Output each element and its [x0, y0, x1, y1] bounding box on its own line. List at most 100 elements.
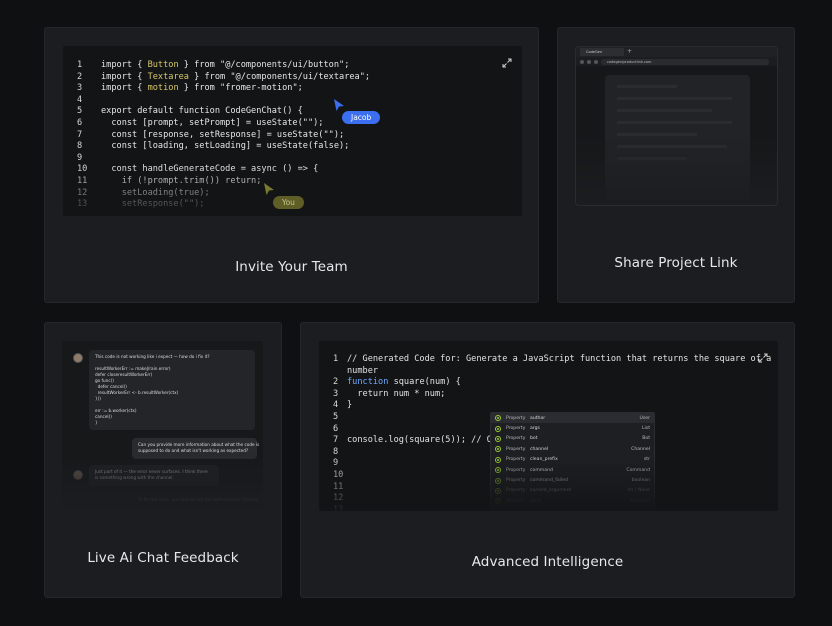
code-token: import { — [101, 60, 148, 70]
code-line: number — [333, 366, 771, 378]
code-line: 12 setLoading(true); — [77, 188, 370, 200]
page-panel — [605, 75, 750, 200]
autocomplete-type: str — [643, 457, 650, 463]
cursor-jacob-icon — [334, 99, 344, 111]
code-line: 2 function square(num) { — [333, 377, 461, 388]
autocomplete-type: List — [641, 426, 650, 432]
code-token: const handleGenerateCode = async () => { — [101, 164, 319, 175]
chat-preview: This code is not working like i expect —… — [62, 341, 263, 511]
line-number: 2 — [77, 71, 83, 82]
chat-feedback-card[interactable]: This code is not working like i expect —… — [44, 322, 282, 598]
line-number: 4 — [77, 94, 83, 105]
autocomplete-item[interactable]: Property clean_prefix str — [491, 455, 654, 465]
code-token: Textarea — [147, 71, 189, 82]
line-number: 9 — [77, 152, 83, 163]
autocomplete-kind: Property — [506, 488, 526, 494]
code-token: } from "@/components/ui/button"; — [178, 60, 350, 70]
code-token: setLoading(true); — [101, 187, 210, 198]
avatar — [73, 470, 83, 480]
autocomplete-kind: Property — [506, 426, 526, 432]
property-icon — [495, 425, 501, 432]
autocomplete-name: clean_prefix — [530, 457, 558, 463]
invite-team-card[interactable]: 1 import { Button } from "@/components/ui… — [44, 27, 539, 303]
autocomplete-item[interactable]: Property current_argument str | None — [491, 486, 654, 496]
chat-message-ai: Can you provide more information about w… — [132, 438, 259, 459]
back-icon — [580, 59, 584, 64]
autocomplete-item[interactable]: Property channel Channel — [491, 444, 654, 454]
code-token: if (!prompt.trim()) return; — [101, 175, 262, 186]
code-line: 4 — [77, 95, 370, 107]
line-number: 11 — [77, 175, 88, 186]
avatar — [73, 353, 83, 363]
code-line: 6 const [prompt, setPrompt] = useState("… — [77, 118, 370, 130]
property-icon — [495, 456, 501, 463]
new-tab-icon: + — [627, 48, 633, 55]
code-token: const [response, setResponse] = useState… — [101, 129, 345, 140]
chat-message-user: This code is not working like i expect —… — [89, 350, 255, 430]
autocomplete-type: Bot — [642, 436, 650, 442]
code-line: 11 if (!prompt.trim()) return; — [77, 176, 370, 188]
code-text: } — [347, 400, 353, 411]
line-number: 5 — [333, 411, 339, 422]
code-text: // Generated Code for: Generate a JavaSc… — [347, 354, 772, 364]
code-text: square(num) { — [388, 377, 461, 388]
code-line: 3 return num * num; — [333, 389, 771, 401]
autocomplete-name: author — [530, 415, 546, 421]
line-number: 8 — [333, 446, 339, 457]
code-line: 8 const [loading, setLoading] = useState… — [77, 141, 370, 153]
cursor-you-icon — [264, 183, 274, 195]
autocomplete-item[interactable]: Property args List — [491, 423, 654, 433]
line-number: 13 — [333, 504, 344, 511]
code-text: console.log(square(5)); // Out — [347, 435, 503, 446]
code-token: Button — [147, 60, 179, 70]
code-line: 13 setResponse(""); — [77, 199, 370, 211]
code-content: 1 import { Button } from "@/components/ui… — [77, 60, 370, 211]
autocomplete-item[interactable]: Property command Command — [491, 465, 654, 475]
property-icon — [495, 467, 501, 474]
autocomplete-item[interactable]: Method send Message — [491, 496, 654, 506]
autocomplete-item[interactable]: Property command_failed boolean — [491, 475, 654, 485]
line-number: 1 — [77, 60, 83, 70]
autocomplete-kind: Property — [506, 436, 526, 442]
autocomplete-type: User — [639, 415, 650, 421]
autocomplete-name: args — [530, 426, 540, 432]
code-line: 9 — [77, 153, 370, 165]
autocomplete-type: Command — [626, 467, 650, 473]
url-bar: codegen/productlink.com — [601, 58, 769, 65]
code-text: return num * num; — [347, 388, 446, 399]
code-line: 2 import { Textarea } from "@/components/… — [77, 72, 370, 84]
autocomplete-type: boolean — [631, 478, 650, 484]
chat-message-ai: To fix the issue, you should use the def… — [138, 497, 259, 502]
autocomplete-item[interactable]: Property author User — [491, 413, 654, 424]
line-number: 12 — [77, 187, 88, 198]
autocomplete-kind: Property — [506, 478, 526, 484]
autocomplete-name: command — [530, 467, 553, 473]
line-number: 2 — [333, 377, 339, 388]
line-number: 10 — [77, 164, 88, 175]
code-text: number — [347, 365, 379, 376]
property-icon — [495, 415, 501, 422]
card-title: Live Ai Chat Feedback — [87, 550, 239, 566]
code-line: 3 import { motion } from "fromer-motion"; — [77, 83, 370, 95]
code-editor: 1 import { Button } from "@/components/ui… — [63, 46, 522, 216]
expand-icon[interactable] — [758, 353, 768, 363]
autocomplete-name: command_failed — [530, 478, 568, 484]
advanced-intelligence-card[interactable]: 1 // Generated Code for: Generate a JavaS… — [300, 322, 795, 598]
share-link-card[interactable]: CodeGen + codegen/productlink.com Share … — [557, 27, 795, 303]
code-token: import { — [101, 83, 148, 94]
code-token: import { — [101, 71, 148, 82]
code-editor: 1 // Generated Code for: Generate a JavaS… — [319, 341, 778, 511]
code-token: } from "@/components/ui/textarea"; — [188, 71, 371, 82]
autocomplete-panel[interactable]: Property author User Property args List Proper… — [490, 412, 655, 510]
line-number: 1 — [333, 354, 339, 364]
autocomplete-item[interactable]: Property bot Bot — [491, 434, 654, 444]
code-token: export default function CodeGenChat() { — [101, 106, 303, 117]
expand-icon[interactable] — [502, 58, 512, 68]
line-number: 4 — [333, 400, 339, 411]
